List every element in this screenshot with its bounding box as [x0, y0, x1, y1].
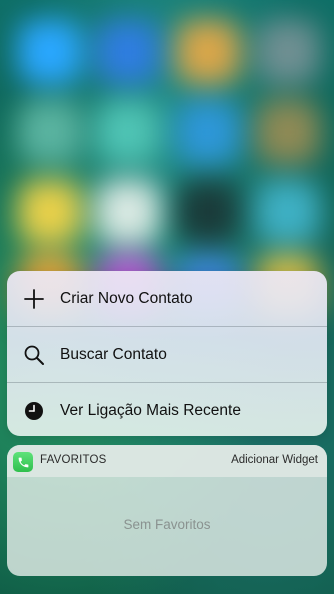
quick-action-label: Ver Ligação Mais Recente — [60, 401, 241, 419]
widget-title: FAVORITOS — [40, 454, 107, 466]
quick-action-recent-call[interactable]: Ver Ligação Mais Recente — [7, 383, 327, 436]
quick-action-label: Criar Novo Contato — [60, 289, 193, 307]
widget-empty-state: Sem Favoritos — [123, 517, 211, 532]
blurred-app-icon — [176, 180, 240, 244]
add-widget-button[interactable]: Adicionar Widget — [231, 454, 318, 466]
blurred-app-icon — [18, 180, 82, 244]
blurred-app-icon — [96, 100, 160, 164]
blurred-app-icon — [256, 100, 320, 164]
favorites-widget: FAVORITOS Adicionar Widget Sem Favoritos — [7, 445, 327, 576]
quick-action-label: Buscar Contato — [60, 345, 167, 363]
blurred-app-icon — [176, 20, 240, 84]
blurred-app-icon — [18, 100, 82, 164]
blurred-app-icon — [256, 20, 320, 84]
plus-icon — [22, 287, 46, 311]
blurred-app-icon — [256, 180, 320, 244]
blurred-app-icon — [96, 180, 160, 244]
widget-header: FAVORITOS Adicionar Widget — [7, 445, 327, 477]
blurred-app-icon — [18, 20, 82, 84]
quick-action-menu: Criar Novo Contato Buscar Contato Ver Li… — [7, 271, 327, 436]
blurred-app-icon — [96, 20, 160, 84]
search-icon — [22, 343, 46, 367]
quick-action-search-contact[interactable]: Buscar Contato — [7, 327, 327, 382]
blurred-app-icon — [176, 100, 240, 164]
phone-icon — [13, 452, 33, 472]
clock-icon — [22, 399, 46, 423]
quick-action-new-contact[interactable]: Criar Novo Contato — [7, 271, 327, 326]
